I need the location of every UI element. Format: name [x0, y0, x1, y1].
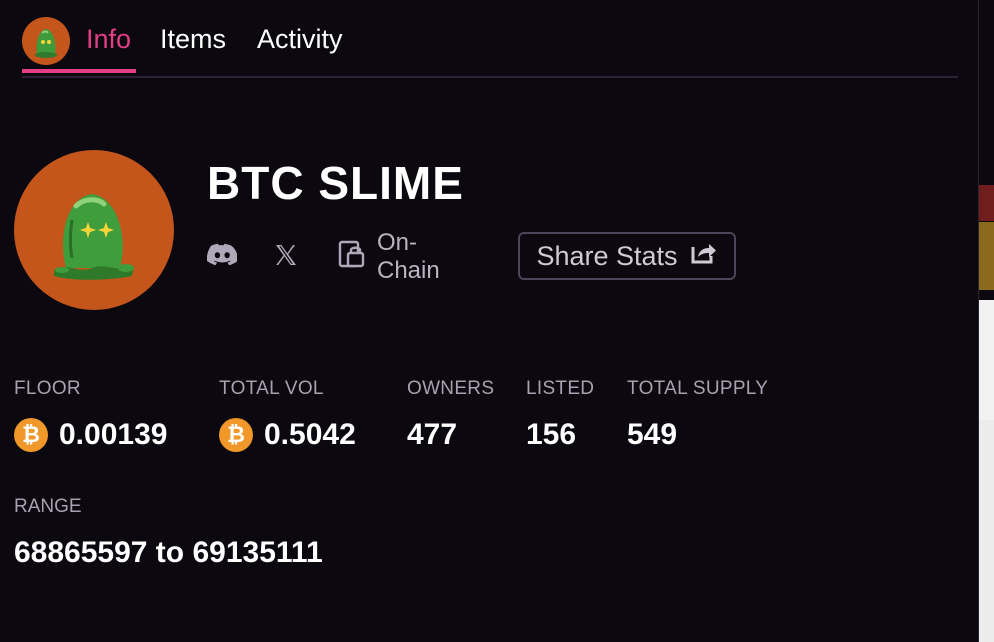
range-label: RANGE [14, 496, 82, 517]
owners-label: OWNERS [407, 378, 495, 399]
tab-bar: Info Items Activity [22, 0, 958, 78]
share-icon [690, 241, 718, 272]
collection-title: BTC SLIME [207, 157, 464, 209]
listed-value: 156 [526, 418, 577, 451]
lock-icon [337, 240, 365, 275]
listed-label: LISTED [526, 378, 595, 399]
floor-label: FLOOR [14, 378, 81, 399]
bitcoin-icon: ₿ [219, 418, 253, 452]
x-icon [274, 243, 298, 272]
total-vol-amount: 0.5042 [264, 418, 356, 451]
collection-avatar-small [22, 17, 70, 65]
bitcoin-icon: ₿ [14, 418, 48, 452]
stat-floor: FLOOR ₿ 0.00139 [14, 378, 167, 452]
floor-value: ₿ 0.00139 [14, 418, 167, 452]
tab-items[interactable]: Items [160, 24, 226, 55]
total-supply-value: 549 [627, 418, 678, 451]
onchain-label: On-Chain [377, 229, 440, 284]
stat-total-vol: TOTAL VOL ₿ 0.5042 [219, 378, 356, 452]
adjacent-window-edge [978, 0, 994, 642]
discord-link[interactable] [206, 232, 238, 282]
range-value: 68865597 to 69135111 [14, 536, 323, 569]
total-vol-value: ₿ 0.5042 [219, 418, 356, 452]
onchain-link[interactable]: On-Chain [337, 229, 440, 284]
collection-avatar [14, 150, 174, 310]
stat-owners: OWNERS 477 [407, 378, 495, 451]
x-link[interactable] [274, 232, 298, 282]
total-vol-label: TOTAL VOL [219, 378, 324, 399]
stat-total-supply: TOTAL SUPPLY 549 [627, 378, 769, 451]
tab-activity[interactable]: Activity [257, 24, 343, 55]
total-supply-label: TOTAL SUPPLY [627, 378, 769, 399]
owners-value: 477 [407, 418, 458, 451]
stat-listed: LISTED 156 [526, 378, 595, 451]
floor-amount: 0.00139 [59, 418, 168, 451]
share-stats-button[interactable]: Share Stats [518, 232, 736, 280]
share-stats-label: Share Stats [536, 240, 678, 271]
active-tab-indicator [22, 69, 136, 73]
discord-icon [206, 243, 238, 272]
tab-info[interactable]: Info [86, 24, 131, 55]
